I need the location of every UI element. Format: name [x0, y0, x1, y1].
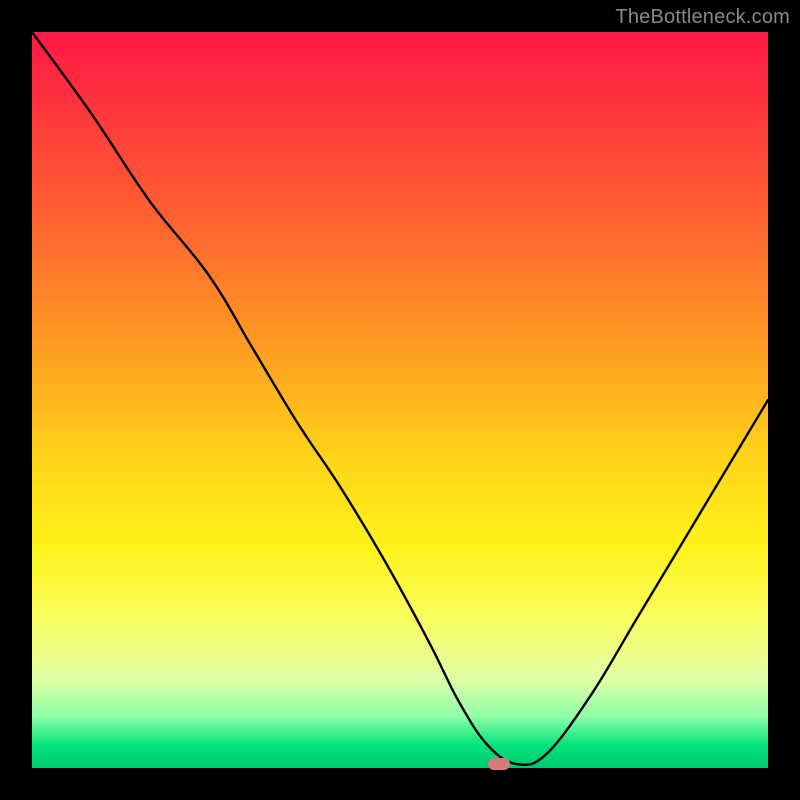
watermark-text: TheBottleneck.com [615, 6, 790, 29]
optimal-point-marker [488, 758, 510, 770]
chart-frame: TheBottleneck.com [0, 0, 800, 800]
chart-background-gradient [32, 32, 768, 768]
